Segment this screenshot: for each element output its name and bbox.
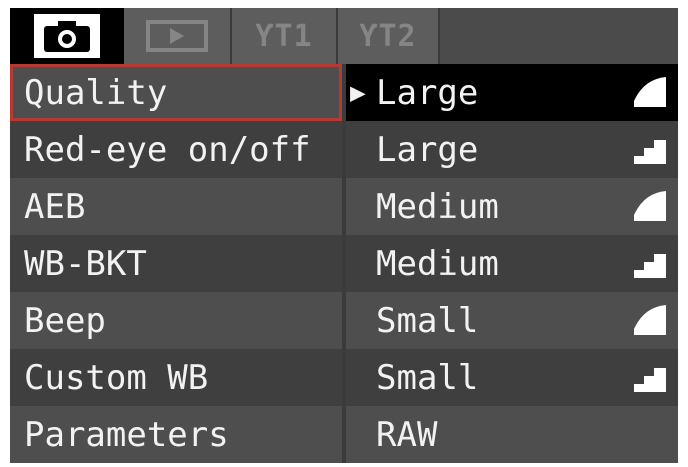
menu-item-label: AEB [24,186,86,227]
option-raw[interactable]: RAW [346,406,678,463]
option-label: Small [376,300,479,341]
tab-shooting[interactable] [10,8,124,64]
menu-item-label: Red-eye on/off [24,129,311,170]
camera-icon [34,14,100,58]
normal-quality-icon [634,254,666,278]
tab-playback[interactable] [124,8,232,64]
menu-item-label: WB-BKT [24,243,147,284]
menu-item-label: Beep [24,300,106,341]
menu-item-wb-bkt[interactable]: WB-BKT [10,235,342,292]
tab-setup-2-label: ƳT2 [359,18,417,54]
tab-setup-1-label: ƳT1 [255,18,313,54]
menu-item-label: Quality [24,72,168,113]
tab-bar-filler [440,8,678,64]
normal-quality-icon [634,140,666,164]
option-medium-fine[interactable]: Medium [346,178,678,235]
menu-item-parameters[interactable]: Parameters [10,406,342,463]
option-label: Large [376,72,479,113]
fine-quality-icon [634,191,666,221]
option-label: RAW [376,414,438,455]
menu-item-aeb[interactable]: AEB [10,178,342,235]
tab-setup-2[interactable]: ƳT2 [338,8,440,64]
fine-quality-icon [634,77,666,107]
menu-item-list: Quality Red-eye on/off AEB WB-BKT Beep C… [10,64,342,463]
menu-tab-bar: ƳT1 ƳT2 [10,8,678,64]
menu-item-quality[interactable]: Quality [10,64,342,121]
menu-item-label: Parameters [24,414,229,455]
menu-item-beep[interactable]: Beep [10,292,342,349]
menu-item-red-eye[interactable]: Red-eye on/off [10,121,342,178]
quality-option-list: ▶ Large Large Medium Medium Small Small … [346,64,678,463]
option-label: Small [376,357,479,398]
camera-menu-screen: ƳT1 ƳT2 Quality Red-eye on/off AEB WB-BK… [10,8,678,463]
selection-arrow-icon: ▶ [350,77,366,108]
option-label: Medium [376,186,499,227]
option-label: Large [376,129,479,170]
option-medium-normal[interactable]: Medium [346,235,678,292]
option-large-normal[interactable]: Large [346,121,678,178]
option-label: Medium [376,243,499,284]
option-small-normal[interactable]: Small [346,349,678,406]
fine-quality-icon [634,305,666,335]
tab-setup-1[interactable]: ƳT1 [232,8,338,64]
option-small-fine[interactable]: Small [346,292,678,349]
playback-icon [146,20,208,52]
menu-item-custom-wb[interactable]: Custom WB [10,349,342,406]
option-large-fine[interactable]: ▶ Large [346,64,678,121]
menu-item-label: Custom WB [24,357,209,398]
normal-quality-icon [634,368,666,392]
